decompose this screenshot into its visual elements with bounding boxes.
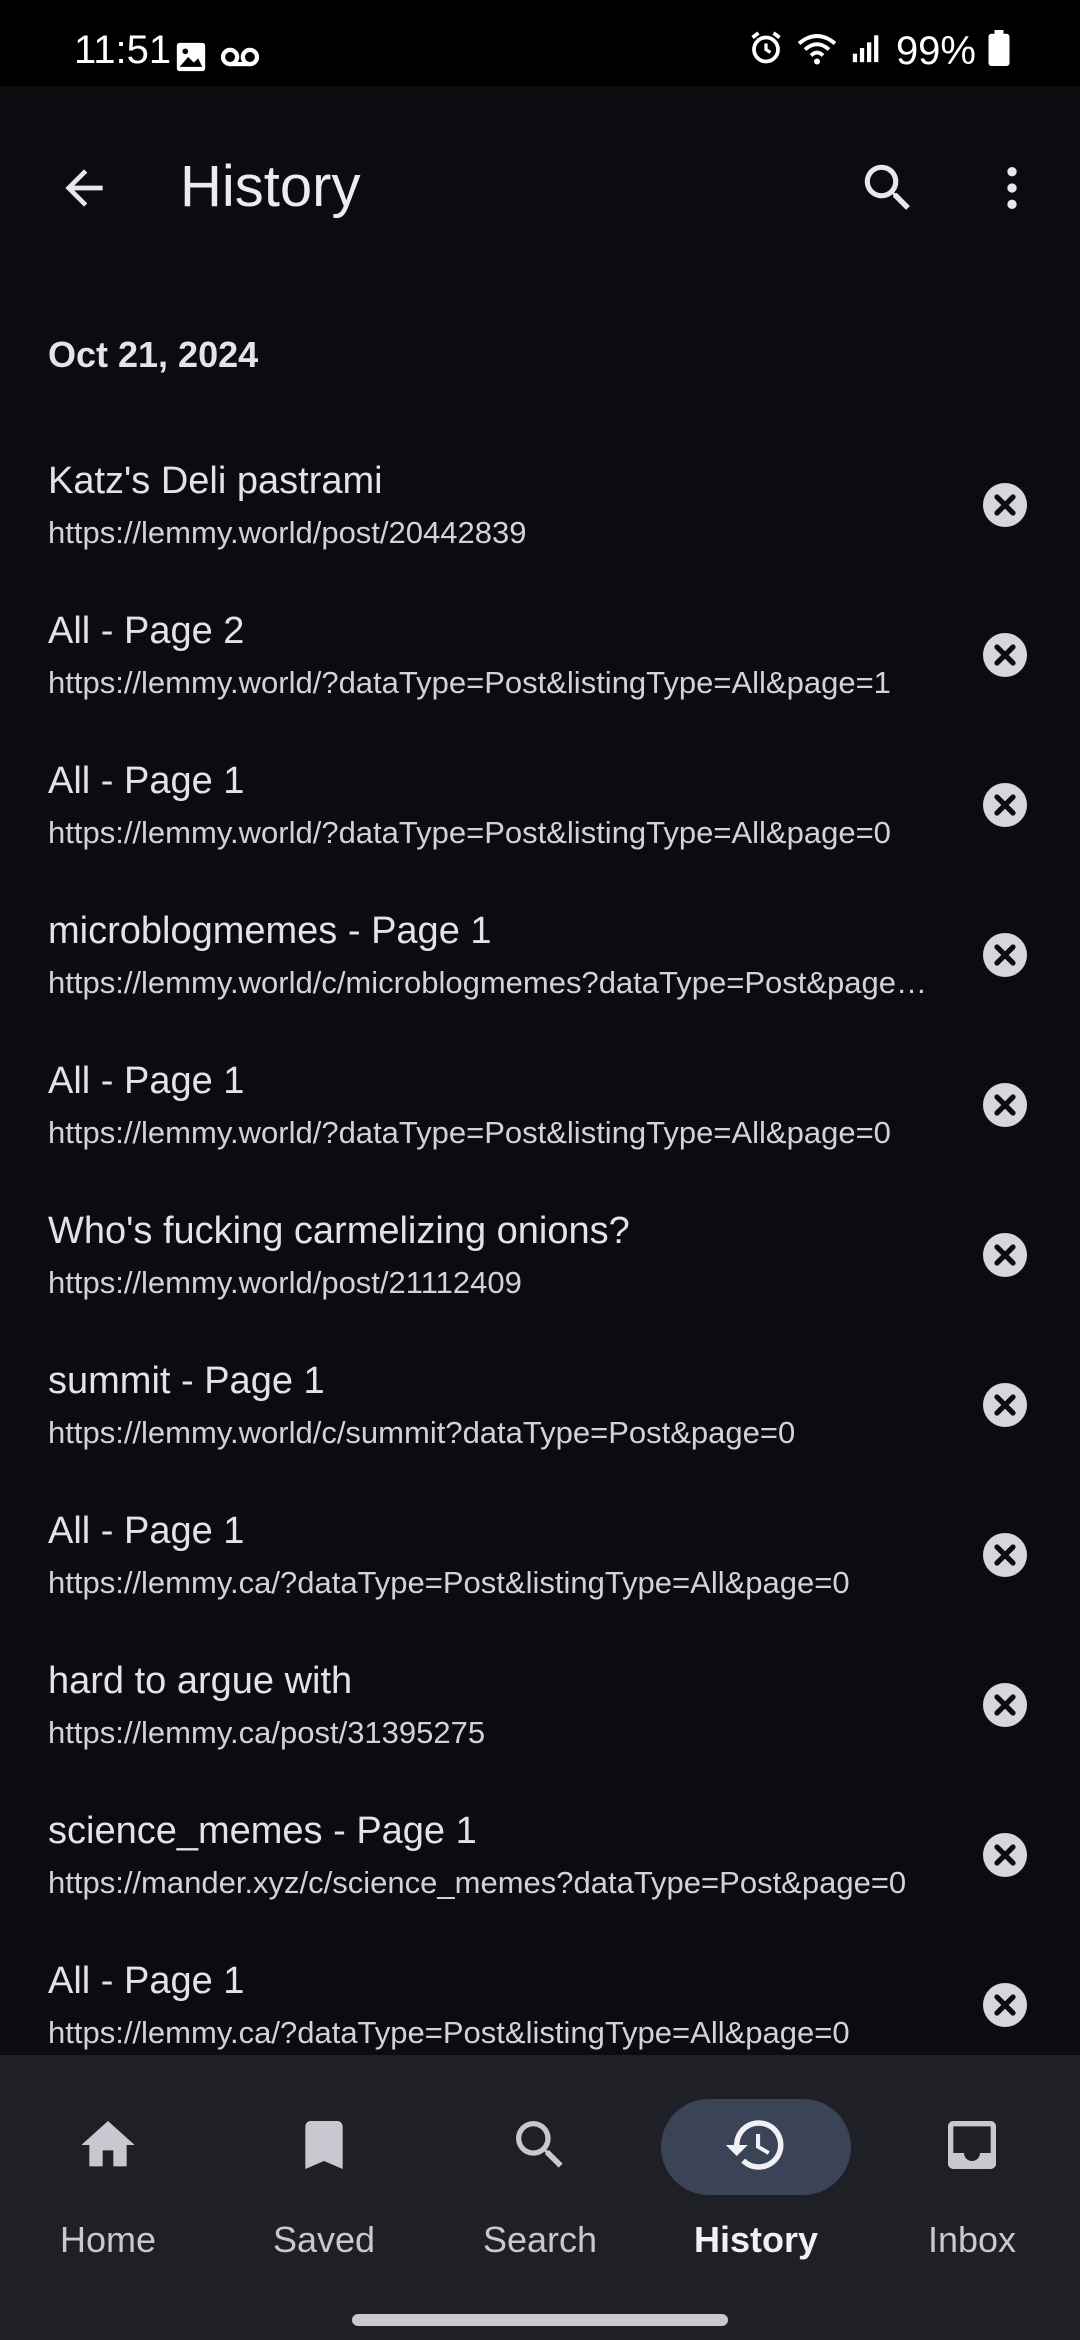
history-item[interactable]: summit - Page 1 https://lemmy.world/c/su… [0,1330,1080,1480]
more-vert-icon [984,160,1040,221]
status-bar: 11:51 99% [0,0,1080,86]
inbox-icon [940,2113,1004,2182]
nav-icon-container [661,2099,851,2195]
signal-icon [850,30,884,71]
remove-history-button[interactable] [978,1380,1032,1434]
date-header: Oct 21, 2024 [48,334,259,375]
top-app-bar: History [0,86,1080,286]
history-item[interactable]: All - Page 2 https://lemmy.world/?dataTy… [0,580,1080,730]
history-item-title: hard to argue with [48,1660,353,1702]
cancel-icon [981,1381,1029,1434]
history-list: Katz's Deli pastrami https://lemmy.world… [0,430,1080,2055]
gesture-bar[interactable] [352,2314,728,2326]
back-button[interactable] [42,148,126,232]
history-item[interactable]: All - Page 1 https://lemmy.ca/?dataType=… [0,1930,1080,2055]
remove-history-button[interactable] [978,630,1032,684]
history-item-url: https://lemmy.world/?dataType=Post&listi… [48,1115,891,1150]
nav-icon-container [877,2099,1067,2195]
arrow-back-icon [56,160,112,221]
history-item-url: https://lemmy.world/?dataType=Post&listi… [48,815,891,850]
remove-history-button[interactable] [978,1230,1032,1284]
nav-label: Inbox [927,2219,1017,2260]
history-item-title: summit - Page 1 [48,1360,325,1402]
page-title: History [180,154,361,219]
history-item-url: https://lemmy.world/?dataType=Post&listi… [48,665,891,700]
remove-history-button[interactable] [978,1080,1032,1134]
cancel-icon [981,1981,1029,2034]
cancel-icon [981,481,1029,534]
nav-label: Search [482,2219,598,2260]
history-item-url: https://lemmy.ca/?dataType=Post&listingT… [48,2015,850,2050]
cancel-icon [981,631,1029,684]
voicemail-icon [220,40,260,79]
history-item-title: Who's fucking carmelizing onions? [48,1210,630,1252]
status-right: 99% [748,30,1010,71]
history-item[interactable]: hard to argue with https://lemmy.ca/post… [0,1630,1080,1780]
history-item-url: https://lemmy.world/post/21112409 [48,1265,522,1300]
nav-icon-container [445,2099,635,2195]
cancel-icon [981,1831,1029,1884]
history-item-url: https://lemmy.ca/?dataType=Post&listingT… [48,1565,850,1600]
nav-item-home[interactable]: Home [0,2091,216,2311]
history-item-title: All - Page 1 [48,1060,245,1102]
history-item-url: https://mander.xyz/c/science_memes?dataT… [48,1865,907,1900]
history-item-url: https://lemmy.world/c/summit?dataType=Po… [48,1415,796,1450]
nav-label: Saved [272,2219,376,2260]
cancel-icon [981,931,1029,984]
battery-percent: 99% [895,28,976,73]
nav-label: History [693,2219,819,2260]
remove-history-button[interactable] [978,480,1032,534]
nav-icon-container [13,2099,203,2195]
search-button[interactable] [846,148,930,232]
nav-item-history[interactable]: History [648,2091,864,2311]
nav-label: Home [59,2219,157,2260]
history-item-title: Katz's Deli pastrami [48,460,383,502]
remove-history-button[interactable] [978,1980,1032,2034]
cancel-icon [981,1531,1029,1584]
history-item[interactable]: Katz's Deli pastrami https://lemmy.world… [0,430,1080,580]
image-icon [174,40,208,79]
history-item-url: https://lemmy.ca/post/31395275 [48,1715,486,1750]
cancel-icon [981,781,1029,834]
history-item-url: https://lemmy.world/c/microblogmemes?dat… [48,965,928,1000]
history-item-title: All - Page 1 [48,1510,245,1552]
cancel-icon [981,1081,1029,1134]
nav-item-search[interactable]: Search [432,2091,648,2311]
nav-item-inbox[interactable]: Inbox [864,2091,1080,2311]
status-time: 11:51 [74,28,172,72]
bottom-navigation: Home Saved Search History Inbox [0,2055,1080,2340]
more-options-button[interactable] [970,148,1054,232]
nav-item-saved[interactable]: Saved [216,2091,432,2311]
history-item[interactable]: Who's fucking carmelizing onions? https:… [0,1180,1080,1330]
remove-history-button[interactable] [978,1530,1032,1584]
history-item-title: All - Page 2 [48,610,245,652]
history-icon [723,2112,789,2183]
history-item[interactable]: All - Page 1 https://lemmy.ca/?dataType=… [0,1480,1080,1630]
wifi-icon [796,30,838,71]
history-item-title: science_memes - Page 1 [48,1810,477,1852]
history-item-url: https://lemmy.world/post/20442839 [48,515,527,550]
cancel-icon [981,1231,1029,1284]
nav-icon-container [229,2099,419,2195]
history-item[interactable]: All - Page 1 https://lemmy.world/?dataTy… [0,1030,1080,1180]
search-icon [857,157,919,224]
remove-history-button[interactable] [978,1680,1032,1734]
history-item-title: All - Page 1 [48,1960,245,2002]
history-item[interactable]: science_memes - Page 1 https://mander.xy… [0,1780,1080,1930]
history-item[interactable]: microblogmemes - Page 1 https://lemmy.wo… [0,880,1080,1030]
bookmark-icon [292,2113,356,2182]
history-item[interactable]: All - Page 1 https://lemmy.world/?dataTy… [0,730,1080,880]
battery-icon [988,30,1010,71]
cancel-icon [981,1681,1029,1734]
search-icon [508,2113,572,2182]
remove-history-button[interactable] [978,780,1032,834]
home-icon [76,2113,140,2182]
status-left-icons [174,40,260,79]
remove-history-button[interactable] [978,1830,1032,1884]
remove-history-button[interactable] [978,930,1032,984]
alarm-icon [748,30,784,71]
history-item-title: All - Page 1 [48,760,245,802]
history-item-title: microblogmemes - Page 1 [48,910,492,952]
